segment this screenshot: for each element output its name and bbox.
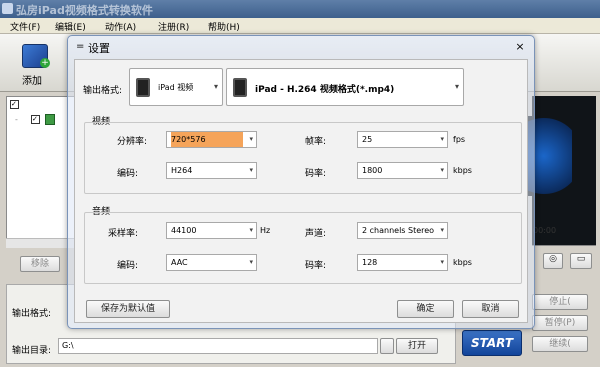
chevron-down-icon: ▾ xyxy=(440,226,444,234)
output-format-label: 输出格式: xyxy=(12,309,52,319)
select-all-checkbox[interactable]: ✓ xyxy=(10,100,19,109)
video-bitrate-select[interactable]: 1800 ▾ xyxy=(357,162,448,179)
channels-value: 2 channels Stereo xyxy=(362,226,435,235)
video-bitrate-value: 1800 xyxy=(362,166,383,175)
video-group xyxy=(84,122,522,194)
chevron-down-icon: ▾ xyxy=(249,166,253,174)
chevron-down-icon: ▾ xyxy=(249,226,253,234)
menu-bar: 文件(F) 编辑(E) 动作(A) 注册(R) 帮助(H) xyxy=(0,18,600,34)
remove-button[interactable]: 移除 xyxy=(20,256,60,272)
dialog-close-button[interactable]: × xyxy=(513,40,527,54)
video-kbps-unit: kbps xyxy=(453,166,472,175)
audio-group xyxy=(84,212,522,284)
dialog-menu-icon: = xyxy=(76,41,85,52)
add-label: 添加 xyxy=(22,76,42,87)
output-dir-field[interactable]: G:\ xyxy=(58,338,378,354)
chevron-down-icon: ▾ xyxy=(249,135,253,143)
chevron-down-icon: ▾ xyxy=(214,82,219,91)
audio-bitrate-select[interactable]: 128 ▾ xyxy=(357,254,448,271)
video-bitrate-label: 码率: xyxy=(305,169,327,179)
hz-unit: Hz xyxy=(260,226,271,235)
row-checkbox[interactable]: ✓ xyxy=(31,115,40,124)
folder-icon: ▭ xyxy=(576,254,586,264)
format-label: 输出格式: xyxy=(83,86,123,96)
audio-codec-value: AAC xyxy=(171,258,188,267)
samplerate-value: 44100 xyxy=(171,226,197,235)
menu-register[interactable]: 注册(R) xyxy=(158,20,189,33)
ipad-icon xyxy=(136,78,150,97)
menu-action[interactable]: 动作(A) xyxy=(105,20,136,33)
continue-button[interactable]: 继续( xyxy=(532,336,588,352)
ipad-icon xyxy=(233,78,247,97)
seek-slider[interactable] xyxy=(532,240,596,246)
samplerate-label: 采样率: xyxy=(108,229,139,239)
open-dir-button[interactable]: 打开 xyxy=(396,338,438,354)
app-logo-icon xyxy=(2,3,13,14)
audio-bitrate-label: 码率: xyxy=(305,261,327,271)
chevron-down-icon: ▾ xyxy=(440,135,444,143)
profile-value: iPad - H.264 视频格式(*.mp4) xyxy=(255,85,395,95)
folder-button[interactable]: ▭ xyxy=(570,253,592,269)
video-codec-select[interactable]: H264 ▾ xyxy=(166,162,257,179)
dialog-titlebar[interactable]: = 设置 xyxy=(74,39,528,57)
chevron-down-icon: ▾ xyxy=(440,166,444,174)
time-display: 00:00 xyxy=(533,226,557,235)
chevron-down-icon: ▾ xyxy=(440,258,444,266)
fps-unit: fps xyxy=(453,135,466,144)
samplerate-select[interactable]: 44100 ▾ xyxy=(166,222,257,239)
framerate-value: 25 xyxy=(362,135,373,144)
chevron-down-icon: ▾ xyxy=(249,258,253,266)
start-button[interactable]: START xyxy=(462,330,522,356)
window-titlebar: 弘房iPad视频格式转换软件 xyxy=(0,0,600,18)
audio-codec-select[interactable]: AAC ▾ xyxy=(166,254,257,271)
output-dir-label: 输出目录: xyxy=(12,346,52,356)
framerate-label: 帧率: xyxy=(305,137,327,147)
plus-icon: + xyxy=(40,58,50,68)
framerate-select[interactable]: 25 ▾ xyxy=(357,131,448,148)
device-value: iPad 视频 xyxy=(158,83,194,92)
cancel-button[interactable]: 取消 xyxy=(462,300,519,318)
channels-select[interactable]: 2 channels Stereo ▾ xyxy=(357,222,448,239)
menu-edit[interactable]: 编辑(E) xyxy=(55,20,86,33)
browse-dir-button[interactable] xyxy=(380,338,394,354)
video-codec-value: H264 xyxy=(171,166,193,175)
stop-button[interactable]: 停止( xyxy=(532,294,588,310)
preview-pane xyxy=(502,96,596,246)
menu-help[interactable]: 帮助(H) xyxy=(208,20,240,33)
audio-kbps-unit: kbps xyxy=(453,258,472,267)
audio-codec-label: 编码: xyxy=(117,261,139,271)
app-title: 弘房iPad视频格式转换软件 xyxy=(16,4,153,17)
add-button[interactable]: + 添加 xyxy=(10,40,58,88)
close-icon: × xyxy=(515,40,525,53)
profile-select[interactable]: iPad - H.264 视频格式(*.mp4) ▾ xyxy=(226,68,464,106)
save-default-button[interactable]: 保存为默认值 xyxy=(86,300,170,318)
snapshot-button[interactable]: ◎ xyxy=(543,253,563,269)
resolution-select[interactable]: 720*576 ▾ xyxy=(166,131,257,148)
resolution-label: 分辨率: xyxy=(117,137,148,147)
dialog-title: 设置 xyxy=(88,42,110,55)
audio-bitrate-value: 128 xyxy=(362,258,378,267)
resolution-value: 720*576 xyxy=(171,132,243,147)
device-select[interactable]: iPad 视频 ▾ xyxy=(129,68,223,106)
video-file-icon xyxy=(45,114,55,125)
pause-button[interactable]: 暂停(P) xyxy=(532,315,588,331)
menu-file[interactable]: 文件(F) xyxy=(10,20,40,33)
video-codec-label: 编码: xyxy=(117,169,139,179)
tree-expander[interactable]: - xyxy=(15,115,18,124)
ok-button[interactable]: 确定 xyxy=(397,300,454,318)
channels-label: 声道: xyxy=(305,229,327,239)
camera-icon: ◎ xyxy=(549,254,557,264)
chevron-down-icon: ▾ xyxy=(455,82,460,91)
